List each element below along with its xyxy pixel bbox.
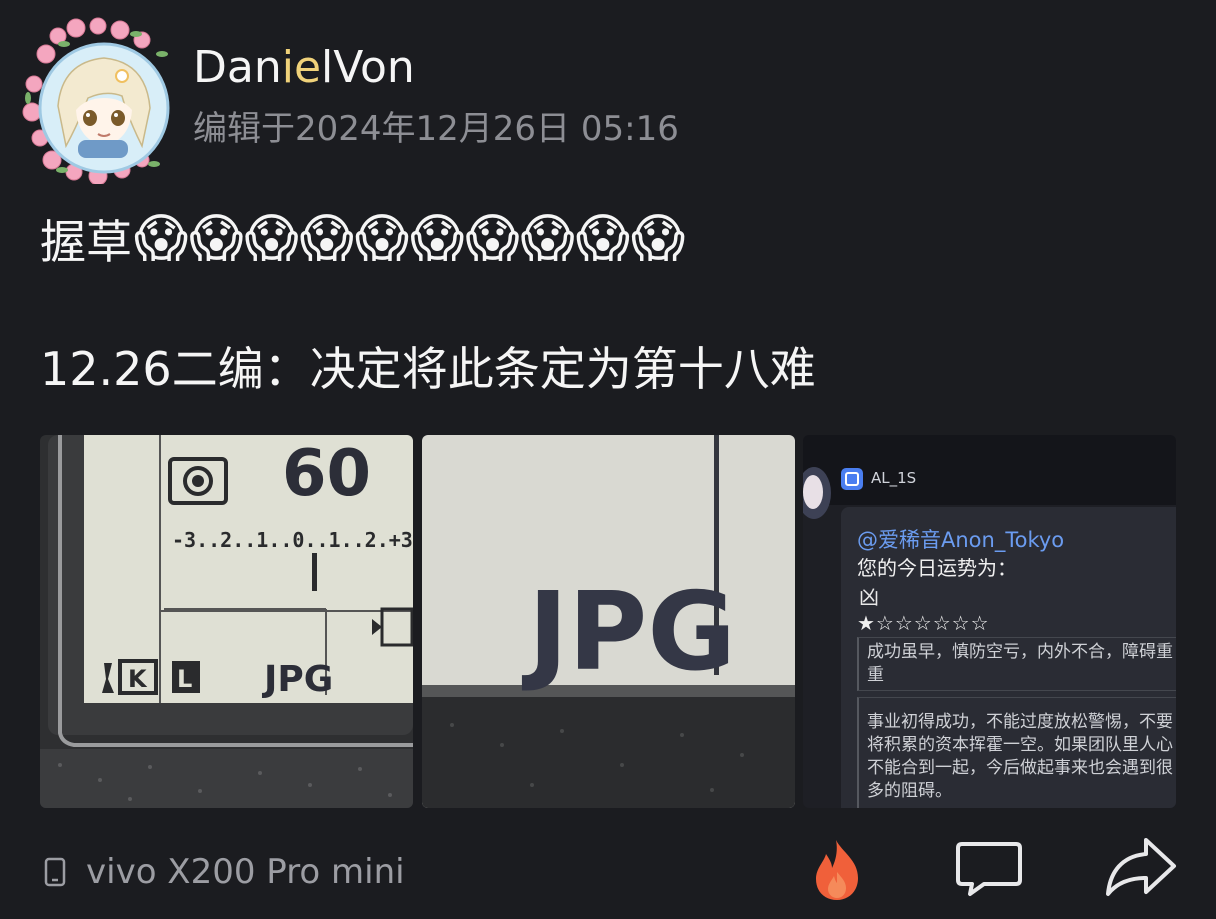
scream-emoji: 😱 [520, 209, 575, 269]
chat-fortune-title: 您的今日运势为： [857, 556, 1017, 580]
lcd-closeup-photo: JPG [422, 435, 795, 808]
scream-emoji: 😱 [410, 209, 465, 269]
post-text-line-2: 12.26二编：决定将此条定为第十八难 [40, 342, 816, 396]
comment-icon[interactable] [954, 838, 1024, 898]
fire-icon[interactable] [812, 838, 862, 902]
chat-fortune-result: 凶 [859, 585, 879, 609]
closeup-format-label: JPG [521, 570, 736, 695]
avatar-image [22, 17, 170, 184]
post-image-3[interactable]: AL_1S @爱稀音Anon_Tokyo 您的今日运势为： 凶 ★☆☆☆☆☆☆ … [803, 435, 1176, 808]
scream-emoji: 😱 [189, 209, 244, 269]
chat-star-rating: ★☆☆☆☆☆☆ [857, 611, 990, 635]
chat-bot-name: AL_1S [871, 469, 917, 487]
scream-emoji: 😱 [134, 209, 189, 269]
chat-detail-text: 事业初得成功，不能过度放松警惕，不要将积累的资本挥霍一空。如果团队里人心不能合到… [867, 712, 1173, 801]
bot-badge-icon [841, 468, 863, 490]
post-image-2[interactable]: JPG [422, 435, 795, 808]
author-name-part2: lVon [321, 42, 415, 93]
scream-emoji: 😱 [244, 209, 299, 269]
emoji-row: 😱 😱 😱 😱 😱 😱 😱 😱 😱 😱 [134, 207, 685, 271]
post-text-exclaim: 握草 [40, 215, 132, 269]
post-text-line-1: 握草 😱 😱 😱 😱 😱 😱 😱 😱 😱 😱 [40, 207, 685, 271]
lcd-size-label: L [177, 665, 192, 693]
device-name: vivo X200 Pro mini [86, 852, 405, 892]
scream-emoji: 😱 [354, 209, 410, 269]
comment-bubble-glyph [956, 842, 1022, 896]
chat-mention: @爱稀音Anon_Tokyo [857, 528, 1065, 552]
chat-poem-text: 成功虽早，慎防空亏，内外不合，障碍重重 [867, 642, 1173, 685]
scream-emoji: 😱 [299, 209, 354, 269]
scream-emoji: 😱 [465, 209, 520, 269]
camera-lcd-photo: 60 -3..2..1..0..1..2.+3 K L JPG [40, 435, 413, 808]
edit-timestamp: 编辑于2024年12月26日 05:16 [193, 109, 679, 149]
post-image-1[interactable]: 60 -3..2..1..0..1..2.+3 K L JPG [40, 435, 413, 808]
author-name-part1: Dan [193, 42, 282, 93]
avatar[interactable] [18, 14, 172, 184]
like-fire-glyph [816, 840, 858, 900]
lcd-k-label: K [128, 665, 148, 693]
scream-emoji: 😱 [575, 209, 630, 269]
lcd-shutter-value: 60 [282, 437, 371, 511]
phone-icon [44, 857, 66, 887]
lcd-exposure-scale: -3..2..1..0..1..2.+3 [172, 528, 413, 552]
author-name-highlight: ie [281, 42, 322, 93]
author-name[interactable]: DanielVon [193, 42, 415, 94]
share-icon[interactable] [1104, 836, 1178, 898]
device-info: vivo X200 Pro mini [44, 850, 405, 894]
scream-emoji: 😱 [630, 209, 686, 269]
lcd-format-label: JPG [261, 659, 333, 700]
share-arrow-glyph [1106, 838, 1176, 896]
